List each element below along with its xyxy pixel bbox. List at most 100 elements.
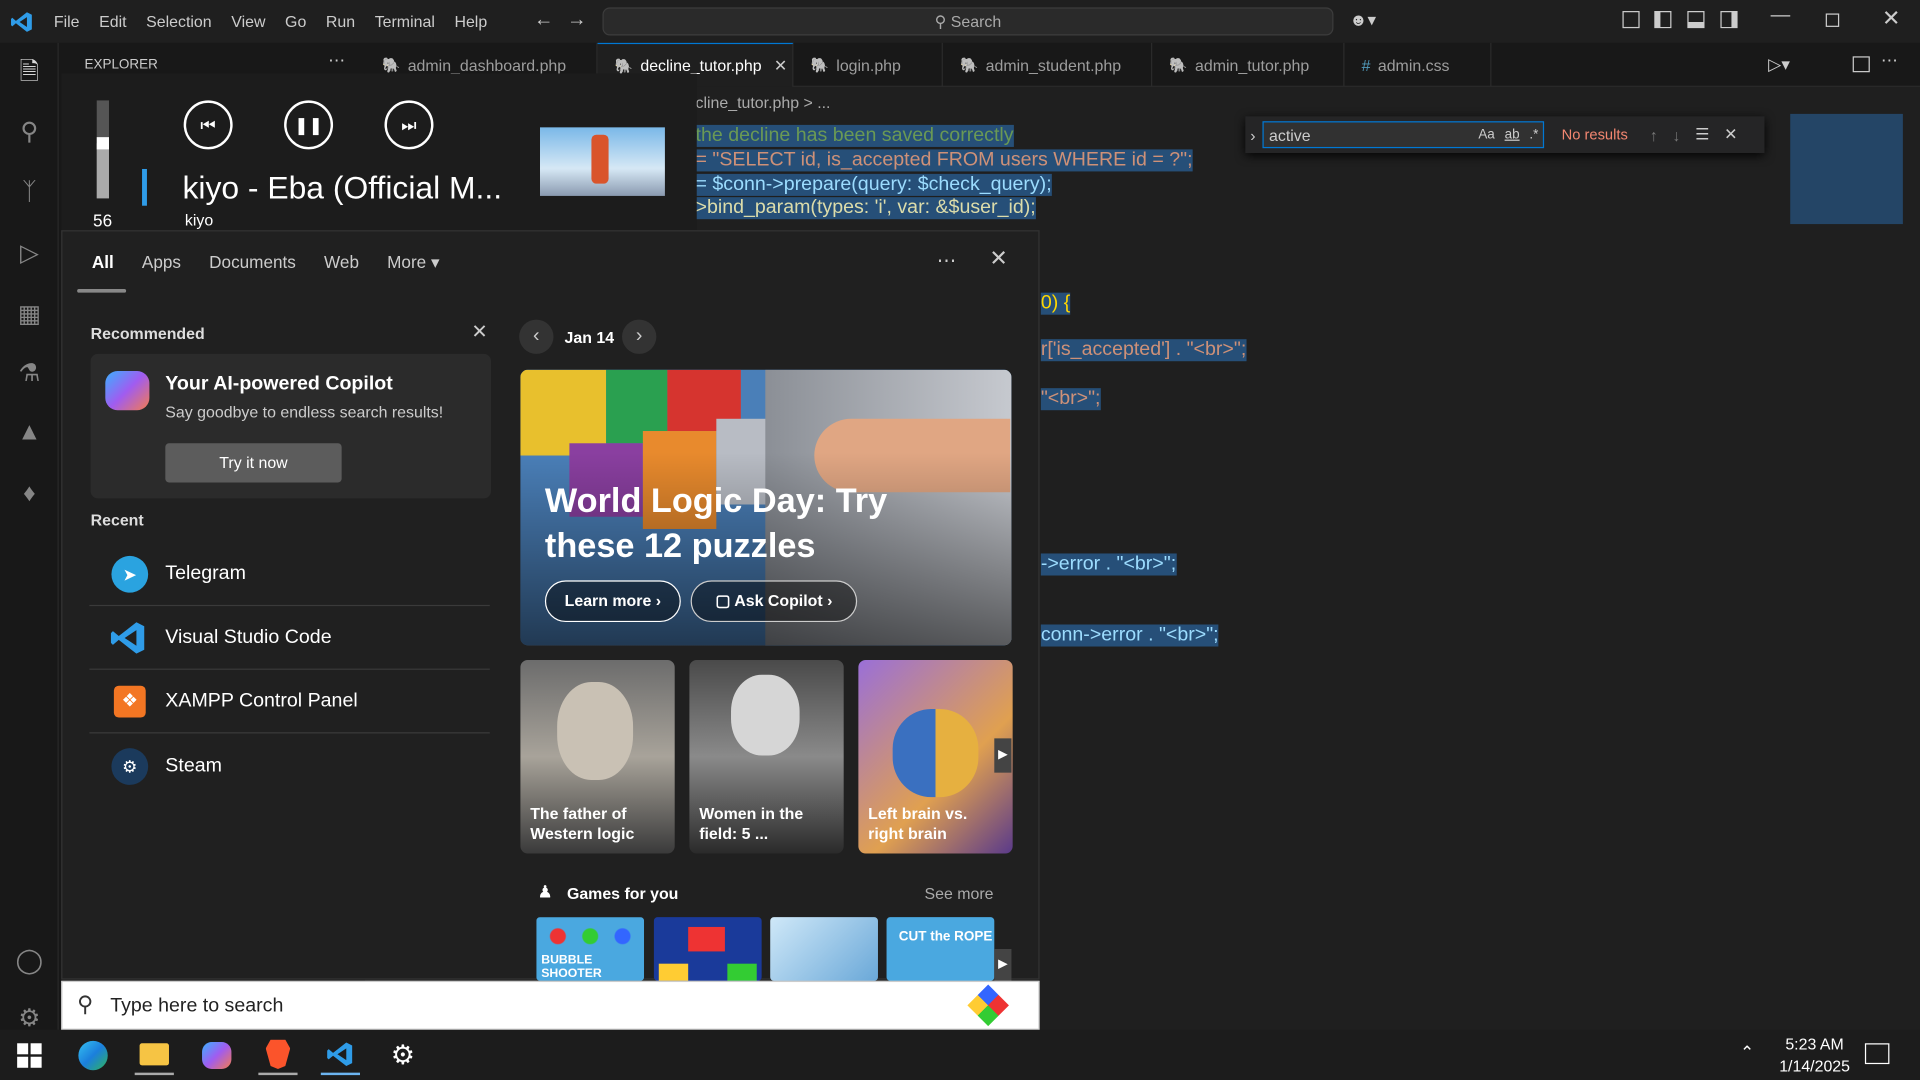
xampp-icon: ❖ bbox=[113, 685, 146, 717]
next-match-icon[interactable]: ↓ bbox=[1673, 126, 1681, 144]
brave-icon[interactable] bbox=[258, 1036, 298, 1076]
menu-edit[interactable]: Edit bbox=[89, 0, 136, 43]
notification-center-icon[interactable] bbox=[1864, 1043, 1890, 1065]
clock-time[interactable]: 5:23 AM bbox=[1785, 1035, 1843, 1053]
testing-icon[interactable]: ⚗ bbox=[15, 359, 44, 388]
run-icon[interactable]: ▷▾ bbox=[1768, 54, 1790, 75]
code-line-prepare: = $conn->prepare(query: $check_query); bbox=[695, 173, 1052, 196]
settings-gear-icon[interactable]: ⚙ bbox=[383, 1036, 422, 1075]
taskbar-search-input[interactable]: ⚲ Type here to search bbox=[61, 980, 1040, 1030]
game-tile[interactable] bbox=[770, 917, 878, 981]
tab-all[interactable]: All bbox=[92, 252, 114, 273]
more-actions-icon[interactable]: ⋯ bbox=[328, 50, 345, 71]
scroll-right-button[interactable]: ▶ bbox=[994, 948, 1012, 981]
previous-track-button[interactable]: ⏮ bbox=[183, 100, 233, 150]
account-icon[interactable]: ◯ bbox=[15, 947, 44, 976]
games-icon: ♟ bbox=[537, 881, 553, 902]
close-tab-icon[interactable]: ✕ bbox=[774, 56, 787, 76]
previous-date-button[interactable]: ‹ bbox=[519, 319, 554, 354]
dismiss-recommended-icon[interactable]: ✕ bbox=[471, 320, 487, 344]
search-filter-tabs: All Apps Documents Web More ▾ bbox=[92, 252, 440, 273]
ask-copilot-button[interactable]: ▢ Ask Copilot › bbox=[690, 580, 858, 623]
recent-item-vscode[interactable]: Visual Studio Code bbox=[89, 606, 490, 670]
rubiks-cube-icon bbox=[967, 984, 1009, 1027]
menu-help[interactable]: Help bbox=[445, 0, 497, 43]
game-tile[interactable]: BUBBLE SHOOTER bbox=[536, 917, 645, 981]
vscode-taskbar-icon[interactable] bbox=[320, 1036, 361, 1076]
scroll-right-button[interactable]: ▶ bbox=[994, 738, 1012, 773]
match-case-toggle[interactable]: Aa bbox=[1478, 127, 1494, 142]
story-card[interactable]: The father of Western logic bbox=[520, 660, 675, 854]
find-in-selection-icon[interactable]: ☰ bbox=[1695, 125, 1709, 145]
volume-slider[interactable] bbox=[96, 100, 109, 199]
customize-layout-icon[interactable] bbox=[1622, 11, 1640, 29]
run-debug-icon[interactable]: ▷ bbox=[15, 239, 44, 268]
try-it-now-button[interactable]: Try it now bbox=[165, 443, 342, 483]
extensions-icon[interactable]: ▦ bbox=[15, 300, 44, 329]
toggle-replace-icon[interactable]: › bbox=[1250, 126, 1255, 144]
search-icon[interactable]: ⚲ bbox=[15, 118, 44, 147]
see-more-link[interactable]: See more bbox=[924, 884, 993, 902]
game-tile[interactable]: CUT the ROPE bbox=[886, 917, 995, 981]
minimize-icon[interactable]: — bbox=[1771, 5, 1791, 27]
recent-item-telegram[interactable]: ➤ Telegram bbox=[89, 542, 490, 607]
menu-go[interactable]: Go bbox=[275, 0, 316, 43]
restore-icon[interactable] bbox=[1825, 13, 1840, 27]
angular-icon[interactable]: ▲ bbox=[15, 418, 44, 447]
tab-admin-student[interactable]: 🐘 admin_student.php bbox=[943, 42, 1153, 87]
split-editor-icon[interactable] bbox=[1852, 56, 1870, 73]
source-control-icon[interactable]: ᛉ bbox=[15, 178, 44, 207]
previous-match-icon[interactable]: ↑ bbox=[1650, 126, 1658, 144]
tray-overflow-icon[interactable]: ⌃ bbox=[1740, 1042, 1754, 1063]
more-actions-icon[interactable]: ⋯ bbox=[1881, 50, 1898, 71]
story-card[interactable]: Women in the field: 5 ... bbox=[689, 660, 844, 854]
recent-item-xampp[interactable]: ❖ XAMPP Control Panel bbox=[89, 670, 490, 734]
nav-forward-icon[interactable]: → bbox=[567, 10, 587, 32]
close-window-icon[interactable]: ✕ bbox=[1882, 6, 1900, 32]
file-explorer-icon[interactable] bbox=[134, 1036, 174, 1076]
menu-run[interactable]: Run bbox=[316, 0, 365, 43]
regex-toggle[interactable]: .* bbox=[1529, 127, 1538, 142]
menu-selection[interactable]: Selection bbox=[136, 0, 221, 43]
close-panel-icon[interactable]: ✕ bbox=[989, 246, 1007, 272]
next-track-button[interactable]: ⏭ bbox=[384, 100, 434, 150]
breadcrumb[interactable]: cline_tutor.php > ... bbox=[696, 93, 831, 111]
edge-icon[interactable] bbox=[73, 1036, 112, 1075]
close-find-icon[interactable]: ✕ bbox=[1724, 125, 1737, 145]
tab-more[interactable]: More ▾ bbox=[387, 252, 439, 273]
windows-start-button[interactable] bbox=[10, 1036, 49, 1075]
menu-view[interactable]: View bbox=[221, 0, 275, 43]
tab-web[interactable]: Web bbox=[324, 252, 359, 273]
clock-date[interactable]: 1/14/2025 bbox=[1779, 1057, 1850, 1075]
code-line-bind: >bind_param(types: 'i', var: &$user_id); bbox=[695, 197, 1036, 220]
menu-terminal[interactable]: Terminal bbox=[365, 0, 445, 43]
menu-file[interactable]: File bbox=[44, 0, 89, 43]
pause-button[interactable]: ❚❚ bbox=[284, 100, 334, 150]
copilot-app-icon[interactable] bbox=[197, 1036, 236, 1075]
tab-admin-tutor[interactable]: 🐘 admin_tutor.php bbox=[1152, 42, 1345, 87]
story-card[interactable]: Left brain vs. right brain bbox=[858, 660, 1013, 854]
tab-apps[interactable]: Apps bbox=[142, 252, 181, 273]
command-center-search[interactable]: ⚲ Search bbox=[602, 7, 1334, 36]
tab-admin-css[interactable]: # admin.css bbox=[1345, 42, 1492, 87]
python-icon[interactable]: ♦ bbox=[15, 479, 44, 508]
explorer-icon[interactable]: 🗎 bbox=[15, 58, 44, 87]
hero-card[interactable]: World Logic Day: Try these 12 puzzles Le… bbox=[520, 369, 1012, 646]
toggle-sidebar-icon[interactable] bbox=[1654, 11, 1672, 29]
toggle-panel-icon[interactable] bbox=[1687, 11, 1705, 29]
minimap[interactable] bbox=[1790, 113, 1903, 225]
tab-documents[interactable]: Documents bbox=[209, 252, 296, 273]
menu-bar: File Edit Selection View Go Run Terminal… bbox=[44, 0, 497, 43]
more-options-icon[interactable]: ⋯ bbox=[937, 249, 957, 273]
recommended-heading: Recommended bbox=[90, 324, 205, 343]
toggle-secondary-sidebar-icon[interactable] bbox=[1720, 11, 1738, 29]
nav-back-icon[interactable]: ← bbox=[534, 10, 554, 32]
next-date-button[interactable]: › bbox=[622, 319, 657, 354]
find-input[interactable]: active Aa ab .* bbox=[1262, 121, 1545, 149]
whole-word-toggle[interactable]: ab bbox=[1505, 127, 1520, 142]
learn-more-button[interactable]: Learn more › bbox=[544, 580, 681, 623]
recent-item-steam[interactable]: ⚙ Steam bbox=[89, 735, 489, 799]
tab-login[interactable]: 🐘 login.php bbox=[793, 42, 943, 87]
copilot-icon[interactable]: ☻▾ bbox=[1349, 10, 1376, 31]
game-tile[interactable] bbox=[653, 917, 762, 981]
